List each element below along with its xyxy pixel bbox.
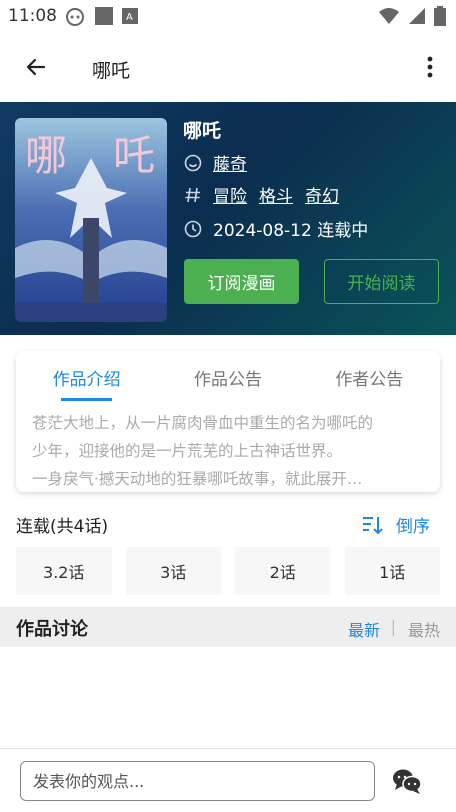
comic-cover[interactable]: 哪 吒 xyxy=(15,118,167,322)
signal-icon xyxy=(409,8,425,24)
cover-title-left: 哪 xyxy=(25,131,68,180)
intro-text[interactable]: 苍茫大地上，从一片腐肉骨血中重生的名为哪吒的 少年，迎接他的是一片荒芜的上古神话… xyxy=(32,409,428,492)
tab-comic-notice[interactable]: 作品公告 xyxy=(157,351,298,401)
comment-bar xyxy=(0,748,456,812)
a-box-icon: A xyxy=(122,8,138,24)
chapter-list: 3.2话 3话 2话 1话 xyxy=(16,547,440,595)
tab-intro[interactable]: 作品介绍 xyxy=(16,351,157,401)
square-icon xyxy=(95,7,113,25)
subscribe-button[interactable]: 订阅漫画 xyxy=(184,259,299,304)
smile-icon xyxy=(183,153,203,173)
update-date-status: 2024-08-12 连载中 xyxy=(213,221,369,241)
intro-line: 一身戾气·撼天动地的狂暴哪吒故事，就此展开… xyxy=(32,470,363,488)
app-bar: 哪吒 xyxy=(0,32,456,102)
chapter-item[interactable]: 1话 xyxy=(344,547,440,595)
tags-row: 冒险 格斗 奇幻 xyxy=(183,182,351,207)
sort-hot-button[interactable]: 最热 xyxy=(408,617,440,641)
arrow-left-icon xyxy=(26,58,46,76)
comic-header: 哪 吒 哪吒 藤奇 冒险 格斗 奇幻 2024-08-12 连载中 订阅漫画 开… xyxy=(0,102,456,335)
chapter-item[interactable]: 2话 xyxy=(235,547,331,595)
comic-title: 哪吒 xyxy=(183,120,222,142)
start-reading-button[interactable]: 开始阅读 xyxy=(324,259,439,304)
back-button[interactable] xyxy=(18,49,54,85)
status-bar: 11:08 A xyxy=(0,0,456,32)
more-vert-icon xyxy=(427,56,433,78)
author-link[interactable]: 藤奇 xyxy=(213,150,247,175)
tab-author-notice[interactable]: 作者公告 xyxy=(299,351,440,401)
intro-tabs: 作品介绍 作品公告 作者公告 xyxy=(16,351,440,401)
tag-link[interactable]: 格斗 xyxy=(259,182,293,207)
sort-latest-button[interactable]: 最新 xyxy=(348,617,380,641)
page-title: 哪吒 xyxy=(92,60,131,82)
tag-link[interactable]: 冒险 xyxy=(213,182,247,207)
wifi-icon xyxy=(379,8,399,24)
status-icons-left: A xyxy=(64,6,138,26)
chapter-item[interactable]: 3话 xyxy=(125,547,221,595)
svg-text:A: A xyxy=(126,12,133,23)
clock-icon xyxy=(183,219,203,239)
more-options-button[interactable] xyxy=(420,49,440,85)
cover-title-right: 吒 xyxy=(113,131,156,180)
chapter-item[interactable]: 3.2话 xyxy=(16,547,112,595)
sort-separator: | xyxy=(390,617,396,636)
discussion-header: 作品讨论 最新 | 最热 xyxy=(0,607,456,647)
intro-card: 作品介绍 作品公告 作者公告 苍茫大地上，从一片腐肉骨血中重生的名为哪吒的 少年… xyxy=(16,351,440,492)
chapters-title: 连载(共4话) xyxy=(16,517,109,537)
date-row: 2024-08-12 连载中 xyxy=(183,216,368,241)
comment-input[interactable] xyxy=(20,761,375,801)
hashtag-icon xyxy=(183,185,203,205)
sort-order-button[interactable]: 倒序 xyxy=(362,512,430,537)
chapters-header: 连载(共4话) 倒序 xyxy=(16,512,440,537)
intro-line: 少年，迎接他的是一片荒芜的上古神话世界。 xyxy=(32,442,343,460)
status-time: 11:08 xyxy=(8,6,57,26)
chat-bubbles-icon[interactable] xyxy=(392,767,422,795)
status-icons-right xyxy=(378,6,446,26)
tag-link[interactable]: 奇幻 xyxy=(305,182,339,207)
battery-icon xyxy=(434,6,446,26)
sort-desc-icon xyxy=(363,516,383,534)
author-row: 藤奇 xyxy=(183,150,259,175)
intro-line: 苍茫大地上，从一片腐肉骨血中重生的名为哪吒的 xyxy=(32,414,374,432)
android-face-icon xyxy=(66,8,84,26)
discussion-title: 作品讨论 xyxy=(16,619,88,640)
sort-label: 倒序 xyxy=(396,517,430,537)
